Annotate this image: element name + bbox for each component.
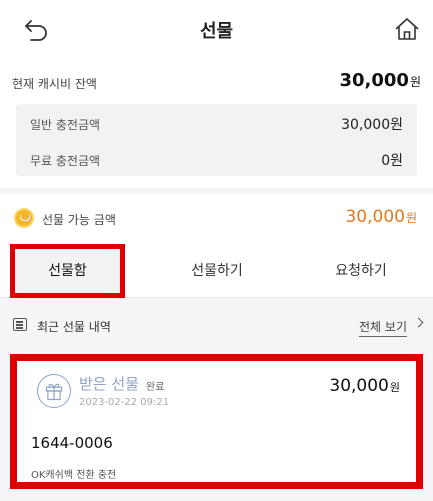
view-all-link[interactable]: 전체 보기: [359, 318, 407, 337]
recent-gifts-label: 최근 선물 내역: [37, 320, 111, 334]
gift-title: 받은 선물: [79, 375, 139, 393]
gift-status: 완료: [146, 382, 165, 393]
coin-icon: [14, 208, 34, 228]
general-charge-row: 일반 충전금액 30,000원: [16, 104, 417, 140]
balance-label: 현재 캐시비 잔액: [12, 77, 97, 91]
app-header: 선물: [0, 0, 433, 60]
free-charge-value: 0원: [381, 153, 403, 169]
gift-amount: 30,000원: [329, 376, 400, 396]
tab-giftbox[interactable]: 선물함: [10, 244, 125, 298]
balance-section: 현재 캐시비 잔액 30,000원 일반 충전금액 30,000원 무료 충전금…: [0, 60, 433, 188]
gift-number: 1644-0006: [31, 434, 113, 452]
gift-date: 2023-02-22 09:21: [79, 397, 170, 408]
tab-request[interactable]: 요청하기: [289, 244, 433, 298]
charge-breakdown: 일반 충전금액 30,000원 무료 충전금액 0원: [16, 104, 417, 176]
list-icon: [13, 318, 27, 331]
gift-history-item[interactable]: 받은 선물 완료 2023-02-22 09:21 30,000원 1644-0…: [10, 354, 423, 489]
balance-amount: 30,000원: [339, 70, 421, 91]
free-charge-row: 무료 충전금액 0원: [16, 140, 417, 176]
page-title: 선물: [199, 21, 234, 42]
general-charge-value: 30,000원: [341, 117, 403, 133]
recent-gifts-header: 최근 선물 내역 전체 보기: [0, 298, 433, 352]
giftable-amount-section: 선물 가능 금액 30,000원: [0, 194, 433, 244]
tab-send-gift[interactable]: 선물하기: [145, 244, 289, 298]
general-charge-label: 일반 충전금액: [30, 118, 101, 132]
gift-tabs: 선물함 선물하기 요청하기: [0, 244, 433, 298]
giftable-label: 선물 가능 금액: [42, 213, 116, 227]
home-icon[interactable]: [393, 15, 421, 43]
gift-description: OK캐쉬백 전환 충전: [31, 470, 117, 481]
gift-icon: [37, 374, 71, 408]
chevron-right-icon[interactable]: [413, 317, 424, 328]
giftable-amount: 30,000원: [345, 207, 417, 227]
free-charge-label: 무료 충전금액: [30, 154, 101, 168]
